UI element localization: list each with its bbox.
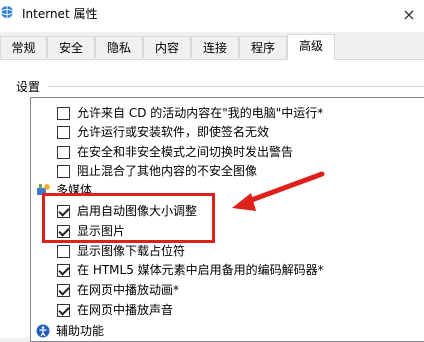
- tab-advanced[interactable]: 高级: [287, 34, 335, 60]
- tab-strip: 常规 安全 隐私 内容 连接 程序 高级: [0, 34, 424, 60]
- setting-label: 允许运行或安装软件，即使签名无效: [77, 125, 270, 139]
- tab-label: 高级: [298, 39, 323, 53]
- setting-label: 在安全和非安全模式之间切换时发出警告: [77, 145, 294, 159]
- setting-label: 在网页中播放动画*: [77, 283, 180, 297]
- checkbox-checked[interactable]: [57, 304, 70, 317]
- setting-label: 允许来自 CD 的活动内容在"我的电脑"中运行*: [77, 106, 324, 120]
- setting-label: 显示图像下载占位符: [77, 244, 186, 258]
- tab-label: 连接: [202, 41, 227, 55]
- checkbox[interactable]: [57, 146, 70, 159]
- tab-label: 隐私: [106, 41, 131, 55]
- settings-group-label: 设置: [16, 80, 41, 94]
- tab-label: 常规: [11, 41, 36, 55]
- checkbox[interactable]: [57, 245, 70, 258]
- setting-label: 在网页中播放声音: [77, 303, 174, 317]
- checkbox[interactable]: [57, 126, 70, 139]
- tab-content[interactable]: 内容: [143, 36, 191, 58]
- setting-label: 阻止混合了其他内容的不安全图像: [77, 164, 258, 178]
- tab-general[interactable]: 常规: [0, 36, 47, 58]
- title-bar: Internet 属性 ×: [0, 0, 424, 32]
- group-divider: [48, 86, 424, 87]
- checkbox-checked[interactable]: [57, 284, 70, 297]
- checkbox[interactable]: [57, 107, 70, 120]
- checkbox-checked[interactable]: [57, 264, 70, 277]
- category-label: 辅助功能: [56, 324, 105, 338]
- window-title: Internet 属性: [22, 7, 98, 21]
- tab-security[interactable]: 安全: [47, 36, 95, 58]
- close-button[interactable]: ×: [396, 2, 422, 28]
- setting-label: 在 HTML5 媒体元素中启用备用的编码解码器*: [77, 263, 324, 277]
- checkbox[interactable]: [57, 165, 70, 178]
- tab-connections[interactable]: 连接: [191, 36, 239, 58]
- tab-label: 内容: [154, 41, 179, 55]
- tab-programs[interactable]: 程序: [239, 36, 287, 58]
- tab-label: 安全: [58, 41, 83, 55]
- tab-label: 程序: [250, 41, 275, 55]
- annotation-highlight-box: [42, 193, 215, 243]
- tab-privacy[interactable]: 隐私: [95, 36, 143, 58]
- close-icon: ×: [402, 5, 416, 24]
- accessibility-icon: [36, 324, 50, 338]
- internet-explorer-icon: [0, 6, 14, 18]
